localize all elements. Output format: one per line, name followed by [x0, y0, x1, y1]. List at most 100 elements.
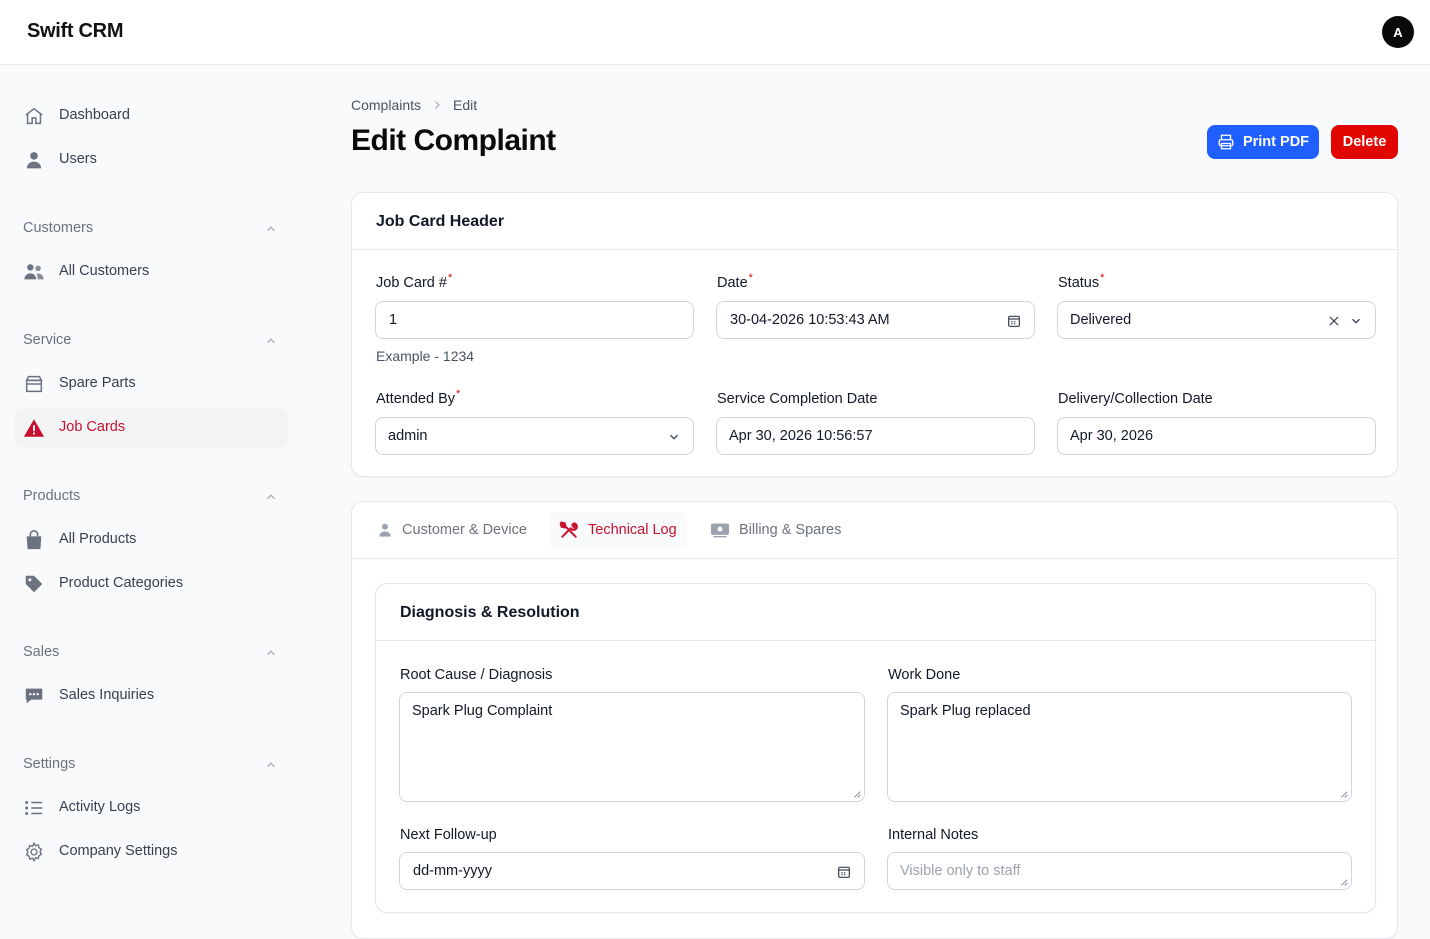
chevron-right-icon — [435, 101, 440, 109]
job-card-header-card: Job Card Header Job Card #* 1 Example - … — [351, 192, 1398, 477]
root-cause-label: Root Cause / Diagnosis — [400, 667, 553, 683]
resize-grip-icon[interactable] — [1340, 790, 1348, 798]
follow-up-input[interactable]: dd-mm-yyyy — [399, 852, 865, 890]
delete-button[interactable]: Delete — [1331, 125, 1398, 159]
breadcrumb-current: Edit — [453, 97, 478, 113]
calendar-icon[interactable] — [836, 864, 852, 880]
sidebar-item-spare-parts[interactable]: Spare Parts — [15, 364, 288, 404]
print-pdf-label: Print PDF — [1242, 134, 1310, 150]
sidebar-item-all-products[interactable]: All Products — [15, 520, 288, 560]
sidebar: Dashboard Users Customers All Customers … — [0, 65, 305, 939]
chevron-up-icon — [267, 226, 275, 232]
chevron-down-icon[interactable] — [667, 430, 681, 444]
date-value: 30-04-2026 10:53:43 AM — [730, 312, 890, 328]
group-header-customers[interactable]: Customers — [23, 220, 278, 236]
sidebar-item-job-cards[interactable]: Job Cards — [15, 408, 288, 448]
tab-label: Billing & Spares — [739, 522, 842, 538]
job-card-no-label: Job Card #* — [376, 272, 453, 291]
chevron-up-icon — [267, 494, 275, 500]
sidebar-item-sales-inquiries[interactable]: Sales Inquiries — [15, 676, 288, 716]
sidebar-item-all-customers[interactable]: All Customers — [15, 252, 288, 292]
sidebar-item-label: Spare Parts — [59, 375, 136, 391]
top-bar: Swift CRM A — [0, 0, 1430, 65]
tab-billing-spares[interactable]: Billing & Spares — [700, 512, 851, 548]
delete-label: Delete — [1342, 134, 1387, 150]
card-header: Job Card Header — [352, 193, 1397, 250]
sidebar-item-label: Users — [59, 151, 97, 167]
diagnosis-card: Diagnosis & Resolution Root Cause / Diag… — [375, 583, 1376, 913]
sidebar-item-users[interactable]: Users — [15, 140, 288, 180]
attended-by-value: admin — [388, 428, 428, 444]
sidebar-item-label: All Customers — [59, 263, 150, 279]
tab-label: Technical Log — [588, 522, 677, 538]
tabs-card: Customer & Device Technical Log Billing … — [351, 501, 1398, 939]
group-title: Sales — [23, 644, 60, 660]
delivery-input[interactable]: Apr 30, 2026 — [1057, 417, 1376, 455]
group-header-service[interactable]: Service — [23, 332, 278, 348]
work-done-value: Spark Plug replaced — [900, 703, 1031, 719]
sidebar-item-label: Dashboard — [59, 107, 130, 123]
resize-grip-icon[interactable] — [1340, 878, 1348, 886]
tab-label: Customer & Device — [402, 522, 527, 538]
print-pdf-button[interactable]: Print PDF — [1207, 125, 1319, 159]
user-icon — [23, 149, 45, 171]
page-title: Edit Complaint — [351, 124, 556, 157]
breadcrumb: Complaints Edit — [351, 97, 477, 113]
status-select[interactable]: Delivered — [1057, 301, 1376, 339]
avatar[interactable]: A — [1382, 16, 1414, 48]
status-value: Delivered — [1070, 312, 1132, 328]
tag-icon — [23, 573, 45, 595]
group-title: Settings — [23, 756, 76, 772]
archive-icon — [23, 373, 45, 395]
work-done-textarea[interactable]: Spark Plug replaced — [887, 692, 1352, 802]
chevron-down-icon[interactable] — [1349, 314, 1363, 328]
resize-grip-icon[interactable] — [853, 790, 861, 798]
chevron-up-icon — [267, 338, 275, 344]
group-header-sales[interactable]: Sales — [23, 644, 278, 660]
service-completion-value: Apr 30, 2026 10:56:57 — [729, 428, 873, 444]
calendar-icon[interactable] — [1006, 313, 1022, 329]
root-cause-value: Spark Plug Complaint — [412, 703, 553, 719]
sidebar-item-activity-logs[interactable]: Activity Logs — [15, 788, 288, 828]
tab-customer-device[interactable]: Customer & Device — [367, 512, 537, 548]
internal-notes-textarea[interactable]: Visible only to staff — [887, 852, 1352, 890]
wrench-screwdriver-icon — [559, 521, 578, 538]
group-title: Customers — [23, 220, 94, 236]
root-cause-textarea[interactable]: Spark Plug Complaint — [399, 692, 865, 802]
cog-icon — [23, 841, 45, 863]
attended-by-select[interactable]: admin — [375, 417, 694, 455]
work-done-label: Work Done — [888, 667, 961, 683]
shopping-bag-icon — [23, 529, 45, 551]
delivery-value: Apr 30, 2026 — [1070, 428, 1154, 444]
date-label: Date* — [717, 272, 753, 291]
banknotes-icon — [711, 523, 729, 538]
clear-icon[interactable] — [1327, 314, 1341, 328]
breadcrumb-parent[interactable]: Complaints — [351, 97, 421, 113]
delivery-label: Delivery/Collection Date — [1058, 391, 1213, 407]
tab-bar: Customer & Device Technical Log Billing … — [352, 502, 1397, 559]
follow-up-value: dd-mm-yyyy — [413, 863, 492, 879]
sidebar-item-company-settings[interactable]: Company Settings — [15, 832, 288, 872]
service-completion-label: Service Completion Date — [717, 391, 878, 407]
status-label: Status* — [1058, 272, 1105, 291]
card-title: Diagnosis & Resolution — [400, 604, 580, 621]
user-icon — [379, 523, 391, 537]
job-card-no-value: 1 — [389, 312, 398, 328]
sidebar-item-label: Sales Inquiries — [59, 687, 155, 703]
list-icon — [23, 797, 45, 819]
job-card-no-hint: Example - 1234 — [376, 348, 475, 364]
group-header-products[interactable]: Products — [23, 488, 278, 504]
sidebar-item-label: Company Settings — [59, 843, 178, 859]
date-input[interactable]: 30-04-2026 10:53:43 AM — [716, 301, 1035, 339]
group-header-settings[interactable]: Settings — [23, 756, 278, 772]
card-header: Diagnosis & Resolution — [376, 584, 1375, 641]
service-completion-input[interactable]: Apr 30, 2026 10:56:57 — [716, 417, 1035, 455]
job-card-no-input[interactable]: 1 — [375, 301, 694, 339]
follow-up-label: Next Follow-up — [400, 827, 497, 843]
tab-technical-log[interactable]: Technical Log — [549, 512, 687, 548]
internal-notes-label: Internal Notes — [888, 827, 979, 843]
sidebar-item-product-categories[interactable]: Product Categories — [15, 564, 288, 604]
sidebar-item-dashboard[interactable]: Dashboard — [15, 96, 288, 136]
sidebar-item-label: Job Cards — [59, 419, 126, 435]
brand-logo[interactable]: Swift CRM — [27, 20, 123, 43]
